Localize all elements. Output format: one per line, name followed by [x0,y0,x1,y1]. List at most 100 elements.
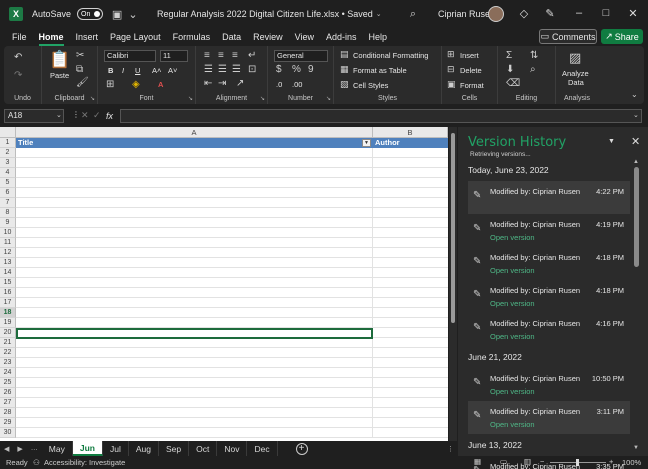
diamond-icon[interactable]: ◇ [517,6,531,20]
font-grow-icon[interactable]: A˄ [152,66,161,75]
sheet-tab-may[interactable]: May [42,441,73,456]
comma-icon[interactable]: 9 [308,64,314,75]
scroll-thumb[interactable] [451,133,455,323]
row-header[interactable]: 10 [0,228,16,238]
version-entry[interactable]: ✎ Modified by: Ciprian Rusen 4:18 PM Open v… [468,247,630,280]
tab-page-layout[interactable]: Page Layout [104,28,167,46]
tab-data[interactable]: Data [216,28,247,46]
row-header[interactable]: 21 [0,338,16,348]
table-row[interactable] [16,398,448,408]
collapse-ribbon-icon[interactable]: ⌄ [631,90,638,99]
paste-label[interactable]: Paste [50,71,69,80]
close-icon[interactable]: ✕ [626,6,640,20]
cell-grid[interactable] [16,138,448,438]
decrease-decimal-icon[interactable]: .00 [292,80,302,89]
table-row[interactable] [16,338,448,348]
table-row[interactable] [16,258,448,268]
align-center-icon[interactable]: ☰ [218,64,227,75]
sheet-tab-nov[interactable]: Nov [217,441,248,456]
bold-icon[interactable]: B [108,66,113,75]
row-header[interactable]: 20 [0,328,16,338]
table-row[interactable] [16,188,448,198]
align-right-icon[interactable]: ☰ [232,64,241,75]
increase-indent-icon[interactable]: ⇥ [218,78,226,89]
align-middle-icon[interactable]: ≡ [218,50,224,61]
add-sheet-icon[interactable]: + [295,442,308,455]
row-header[interactable]: 7 [0,198,16,208]
tab-add-ins[interactable]: Add-ins [320,28,363,46]
row-header[interactable]: 11 [0,238,16,248]
fill-color-icon[interactable]: ◈ [132,79,140,90]
open-version-link[interactable]: Open version [490,266,535,275]
cell-styles-button[interactable]: Cell Styles [353,81,388,90]
tab-view[interactable]: View [289,28,320,46]
tab-file[interactable]: File [6,28,33,46]
row-header[interactable]: 24 [0,368,16,378]
header-cell-title[interactable]: Title [16,138,33,148]
row-header[interactable]: 16 [0,288,16,298]
number-launcher-icon[interactable]: ↘ [326,95,331,102]
table-row[interactable] [16,168,448,178]
row-header[interactable]: 30 [0,428,16,438]
table-row[interactable] [16,208,448,218]
align-top-icon[interactable]: ≡ [204,50,210,61]
row-header[interactable]: 23 [0,358,16,368]
sheet-tab-jun[interactable]: Jun [72,441,103,456]
table-row[interactable] [16,178,448,188]
row-header[interactable]: 27 [0,398,16,408]
open-version-link[interactable]: Open version [490,233,535,242]
open-version-link[interactable]: Open version [490,332,535,341]
row-header[interactable]: 15 [0,278,16,288]
orientation-icon[interactable]: ↗ [236,78,244,89]
pane-scrollbar[interactable] [634,167,639,267]
insert-function-icon[interactable]: fx [106,111,113,121]
autosum-icon[interactable]: Σ [506,50,512,61]
save-icon[interactable]: ▣ [109,6,125,22]
table-row[interactable] [16,308,448,318]
align-left-icon[interactable]: ☰ [204,64,213,75]
version-entry[interactable]: ✎ Modified by: Ciprian Rusen 3:11 PM Open v… [468,401,630,434]
sheet-tab-oct[interactable]: Oct [189,441,218,456]
comments-button[interactable]: ▭ Comments [539,29,597,44]
title-chevron-icon[interactable]: ⌄ [376,10,382,18]
table-row[interactable] [16,268,448,278]
sheet-vertical-scrollbar[interactable] [449,127,457,441]
table-row[interactable] [16,348,448,358]
sheet-tab-sep[interactable]: Sep [159,441,190,456]
table-row[interactable] [16,358,448,368]
currency-icon[interactable]: $ [276,64,282,75]
row-header[interactable]: 18 [0,308,16,318]
expand-formula-icon[interactable]: ⌄ [633,111,639,119]
table-row[interactable] [16,278,448,288]
redo-icon[interactable]: ↷ [14,70,22,81]
select-all-corner[interactable] [0,127,16,138]
row-header[interactable]: 5 [0,178,16,188]
minimize-icon[interactable]: – [572,6,586,20]
clipboard-launcher-icon[interactable]: ↘ [90,95,95,102]
table-row[interactable] [16,378,448,388]
row-header[interactable]: 1 [0,138,16,148]
underline-icon[interactable]: U [135,66,140,75]
table-row[interactable] [16,428,448,438]
pen-icon[interactable]: ✎ [543,6,557,20]
confirm-entry-icon[interactable]: ✓ [93,110,101,121]
number-format-select[interactable]: General [274,50,328,62]
cancel-entry-icon[interactable]: ✕ [81,110,89,121]
table-row[interactable] [16,388,448,398]
row-header[interactable]: 4 [0,168,16,178]
version-entry[interactable]: ✎ Modified by: Ciprian Rusen 10:50 PM Open … [468,368,630,401]
font-size-select[interactable]: 11 [160,50,188,62]
open-version-link[interactable]: Open version [490,420,535,429]
row-header[interactable]: 19 [0,318,16,328]
analyze-data-line2[interactable]: Data [568,78,584,87]
clear-icon[interactable]: ⌫ [506,78,520,89]
cut-icon[interactable]: ✂ [76,50,84,61]
font-shrink-icon[interactable]: A˅ [168,66,177,75]
table-row[interactable] [16,408,448,418]
tab-scroll-right-icon[interactable]: ▶ [17,445,22,453]
accessibility-status[interactable]: Accessibility: Investigate [44,458,125,467]
header-cell-author[interactable]: Author [373,138,400,148]
row-header[interactable]: 8 [0,208,16,218]
version-entry[interactable]: ✎ Modified by: Ciprian Rusen 4:16 PM Open v… [468,313,630,346]
filter-dropdown-icon[interactable]: ▼ [362,139,371,147]
